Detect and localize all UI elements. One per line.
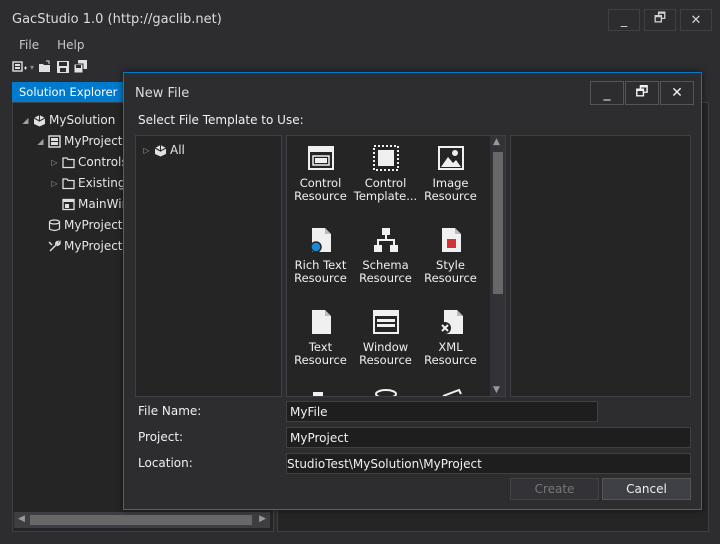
tree-item-label: MyProject [64,134,123,148]
project-label: Project: [138,430,184,444]
scroll-left-icon[interactable]: ◀ [18,514,25,524]
create-button[interactable]: Create [510,478,599,500]
new-file-dialog: New File _ 🗗 ✕ Select File Template to U… [123,72,702,510]
project-input[interactable] [286,427,691,448]
control-resource-icon [307,146,334,170]
template-window-resource[interactable]: Window Resource [353,308,418,367]
partial-tools-icon [442,388,462,396]
scrollbar-thumb[interactable] [493,152,503,294]
schema-resource-icon [373,228,398,252]
expanded-arrow-icon[interactable]: ◢ [21,116,30,125]
window-resource-icon [372,310,399,334]
open-icon[interactable] [38,60,52,74]
template-style-resource[interactable]: Style Resource [418,226,483,285]
template-control-template[interactable]: Control Template... [353,144,418,203]
template-partial[interactable] [288,388,353,396]
dialog-restore-button[interactable]: 🗗 [625,81,659,105]
collapsed-arrow-icon[interactable]: ▷ [50,158,59,167]
image-resource-icon [437,146,464,170]
database-icon [48,218,61,231]
category-tree: ▷ All [135,135,282,397]
tab-solution-explorer[interactable]: Solution Explorer [12,82,125,102]
restore-button[interactable]: 🗗 [644,9,676,31]
scroll-right-icon[interactable]: ▶ [259,514,266,524]
project-icon [48,134,61,148]
scrollbar-thumb[interactable] [30,515,252,525]
save-icon[interactable] [56,60,70,74]
dialog-close-button[interactable]: ✕ [660,81,694,105]
template-image-resource[interactable]: Image Resource [418,144,483,203]
folder-icon [62,156,75,168]
tree-item-myproject3[interactable]: MyProject3 [48,236,130,256]
template-prompt: Select File Template to Use: [138,113,304,127]
tree-item-label: MainWin [78,197,130,211]
tools-icon [48,239,61,251]
location-input[interactable] [286,453,691,474]
partial-template-icon [312,392,323,396]
category-item-all[interactable]: ▷ All [142,140,185,160]
collapsed-arrow-icon[interactable]: ▷ [50,179,59,188]
close-button[interactable]: ✕ [680,9,712,31]
tree-item-mainwin[interactable]: MainWin [62,194,129,214]
menu-help[interactable]: Help [48,37,93,53]
control-template-icon [372,145,399,171]
minimize-button[interactable]: _ [608,9,640,31]
xml-resource-icon [438,310,463,334]
window-file-icon [62,198,75,210]
rich-text-resource-icon [309,228,331,253]
tree-item-controls[interactable]: ▷ Controls [50,152,128,172]
template-scrollbar[interactable]: ▲ ▼ [490,136,505,396]
template-partial[interactable] [353,388,418,396]
tree-item-label: Controls [78,155,128,169]
text-resource-icon [311,310,331,334]
horizontal-scrollbar[interactable]: ◀ ▶ [14,512,270,528]
new-project-icon[interactable] [12,60,27,74]
tree-item-mysolution[interactable]: ◢ MySolution [21,110,115,130]
file-name-input[interactable] [286,401,598,422]
template-description-panel [510,135,691,397]
solution-icon [33,114,46,126]
app-title: GacStudio 1.0 (http://gaclib.net) [12,12,222,27]
menu-bar: File Help [10,37,93,53]
tree-item-myproject[interactable]: ◢ MyProject [36,131,123,151]
partial-database-icon [374,389,397,396]
style-resource-icon [441,228,461,252]
template-text-resource[interactable]: Text Resource [288,308,353,367]
menu-file[interactable]: File [10,37,48,53]
toolbar: ▾ [12,60,88,74]
tree-item-label: MyProject3 [64,239,131,253]
scroll-up-icon[interactable]: ▲ [493,137,500,147]
folder-icon [62,177,75,189]
dialog-title: New File [135,86,190,101]
template-rich-text-resource[interactable]: Rich Text Resource [288,226,353,285]
dialog-minimize-button[interactable]: _ [590,81,624,105]
save-all-icon[interactable] [73,60,88,74]
location-label: Location: [138,456,193,470]
template-list: Control Resource Control Template... Ima… [286,135,506,397]
tree-item-existing[interactable]: ▷ ExistingF [50,173,132,193]
tree-item-label: MySolution [49,113,116,127]
file-name-label: File Name: [138,404,202,418]
scroll-down-icon[interactable]: ▼ [493,385,500,395]
expanded-arrow-icon[interactable]: ◢ [36,137,45,146]
tree-item-myproject2[interactable]: MyProject2 [48,215,130,235]
template-schema-resource[interactable]: Schema Resource [353,226,418,285]
collapsed-arrow-icon[interactable]: ▷ [142,146,151,155]
tree-item-label: MyProject2 [64,218,131,232]
cancel-button[interactable]: Cancel [602,478,691,500]
template-xml-resource[interactable]: XML Resource [418,308,483,367]
template-partial[interactable] [418,388,483,396]
template-control-resource[interactable]: Control Resource [288,144,353,203]
category-icon [154,144,167,156]
category-label: All [170,143,185,157]
